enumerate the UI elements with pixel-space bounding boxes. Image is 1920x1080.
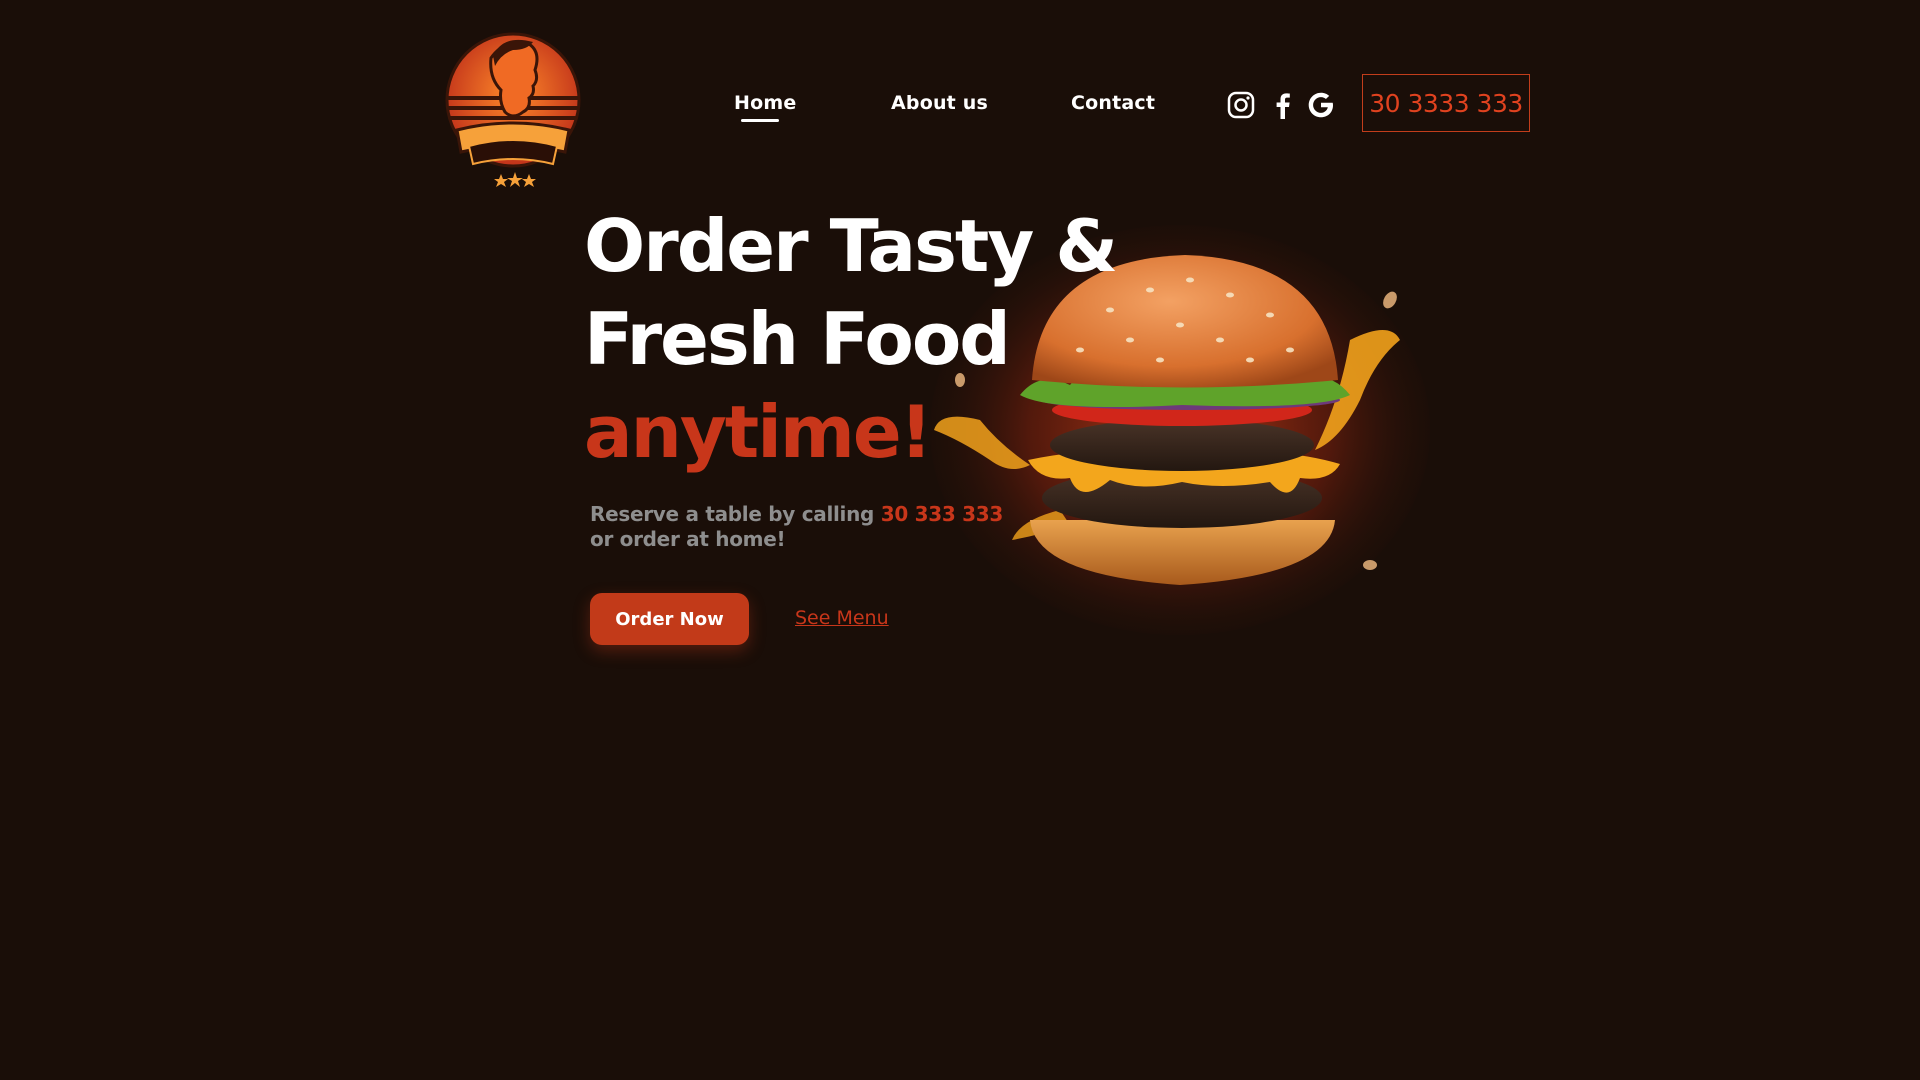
- headline-line-1: Order Tasty &: [584, 204, 1118, 288]
- page: Home About us Contact 30 3333 333 Order …: [0, 0, 1920, 1080]
- logo-icon: [445, 32, 581, 187]
- brand-logo[interactable]: [443, 28, 583, 188]
- order-now-button[interactable]: Order Now: [590, 593, 749, 645]
- see-menu-link[interactable]: See Menu: [795, 607, 889, 629]
- headline-line-2: Fresh Food: [584, 297, 1011, 381]
- hero-headline: Order Tasty & Fresh Food anytime!: [584, 200, 1118, 479]
- nav-contact[interactable]: Contact: [1071, 92, 1155, 114]
- nav-about[interactable]: About us: [891, 92, 988, 114]
- facebook-icon[interactable]: [1268, 90, 1298, 120]
- phone-button[interactable]: 30 3333 333: [1362, 74, 1530, 132]
- subtext-prefix: Reserve a table by calling: [590, 502, 881, 526]
- google-icon[interactable]: [1306, 90, 1336, 120]
- nav-active-indicator: [741, 119, 779, 122]
- headline-accent: anytime!: [584, 390, 933, 474]
- hero-subtext: Reserve a table by calling 30 333 333 or…: [590, 502, 1003, 552]
- subtext-phone: 30 333 333: [880, 502, 1004, 526]
- nav-home[interactable]: Home: [734, 92, 796, 114]
- subtext-suffix: or order at home!: [590, 527, 786, 551]
- instagram-icon[interactable]: [1226, 90, 1256, 120]
